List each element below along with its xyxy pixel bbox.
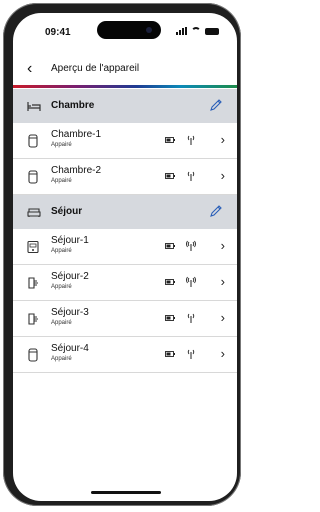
page-title: Aperçu de l'appareil <box>51 63 140 74</box>
signal-strength-icon <box>187 313 195 323</box>
edit-pencil-icon[interactable] <box>209 204 223 218</box>
radiator-valve-icon <box>28 313 38 325</box>
chevron-right-icon: › <box>220 132 225 147</box>
chevron-right-icon: › <box>220 310 225 325</box>
app-screen: 09:41 ‹ Aperçu de l'appareil Chambre Cha… <box>13 13 237 501</box>
brand-accent-stripe <box>13 85 237 88</box>
chevron-right-icon: › <box>220 274 225 289</box>
dynamic-island <box>97 21 161 39</box>
chevron-right-icon: › <box>220 168 225 183</box>
device-name: Chambre-1 <box>51 129 102 140</box>
battery-level-icon <box>165 351 175 357</box>
signal-strength-icon <box>187 349 195 359</box>
device-list: Chambre Chambre-1 Appairé › Chambre-2 Ap… <box>13 89 237 373</box>
signal-strength-icon <box>186 240 196 251</box>
device-row[interactable]: Séjour-4 Appairé › <box>13 337 237 373</box>
section-title: Séjour <box>51 206 83 217</box>
device-row[interactable]: Chambre-1 Appairé › <box>13 123 237 159</box>
device-row[interactable]: Séjour-1 Appairé › <box>13 229 237 265</box>
device-row[interactable]: Chambre-2 Appairé › <box>13 159 237 195</box>
device-status: Appairé <box>51 284 72 290</box>
device-row[interactable]: Séjour-3 Appairé › <box>13 301 237 337</box>
section-title: Chambre <box>51 100 95 111</box>
thermostat-icon <box>28 170 38 184</box>
home-indicator[interactable] <box>91 491 161 494</box>
device-name: Séjour-1 <box>51 235 89 246</box>
battery-level-icon <box>165 315 175 321</box>
section-header-chambre: Chambre <box>13 89 237 123</box>
device-status: Appairé <box>51 142 72 148</box>
status-bar: 09:41 <box>13 13 237 53</box>
device-status: Appairé <box>51 320 72 326</box>
battery-level-icon <box>165 137 175 143</box>
battery-level-icon <box>165 279 175 285</box>
radiator-valve-icon <box>28 277 38 289</box>
system-icons <box>176 27 219 35</box>
device-name: Chambre-2 <box>51 165 102 176</box>
chevron-right-icon: › <box>220 346 225 361</box>
device-status: Appairé <box>51 248 72 254</box>
signal-strength-icon <box>187 135 195 145</box>
chevron-right-icon: › <box>220 238 225 253</box>
device-status: Appairé <box>51 178 72 184</box>
camera-dot <box>146 27 152 33</box>
cellular-signal-icon <box>176 27 187 35</box>
nav-bar: ‹ Aperçu de l'appareil <box>13 57 237 85</box>
thermostat-icon <box>28 134 38 148</box>
device-name: Séjour-4 <box>51 343 89 354</box>
bed-icon <box>27 102 41 111</box>
room-thermostat-icon <box>27 240 39 254</box>
thermostat-icon <box>28 348 38 362</box>
device-row[interactable]: Séjour-2 Appairé › <box>13 265 237 301</box>
device-name: Séjour-3 <box>51 307 89 318</box>
wifi-icon <box>191 27 201 35</box>
status-time: 09:41 <box>45 27 71 38</box>
signal-strength-icon <box>187 171 195 181</box>
battery-icon <box>205 27 219 35</box>
edit-pencil-icon[interactable] <box>209 98 223 112</box>
back-button[interactable]: ‹ <box>27 61 32 77</box>
battery-level-icon <box>165 243 175 249</box>
phone-frame: 09:41 ‹ Aperçu de l'appareil Chambre Cha… <box>3 3 241 506</box>
device-name: Séjour-2 <box>51 271 89 282</box>
section-header-sejour: Séjour <box>13 195 237 229</box>
sofa-icon <box>27 208 41 217</box>
device-status: Appairé <box>51 356 72 362</box>
battery-level-icon <box>165 173 175 179</box>
signal-strength-icon <box>186 276 196 287</box>
